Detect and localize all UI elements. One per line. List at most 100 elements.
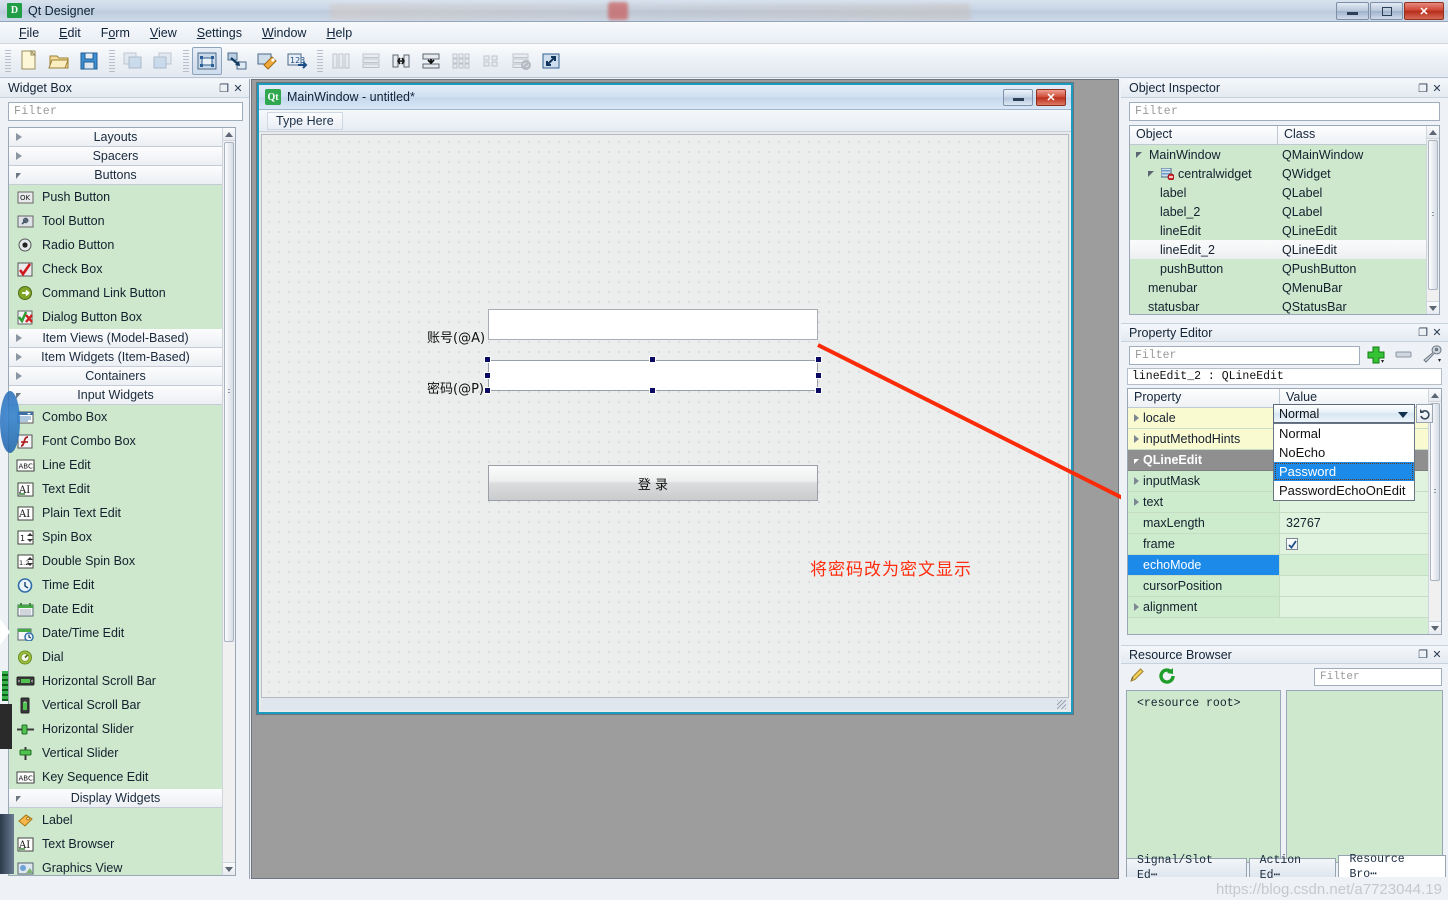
oi-scroll-down-icon[interactable] (1427, 301, 1439, 314)
chevron-right-icon[interactable] (1134, 435, 1139, 443)
property-row[interactable]: echoMode (1128, 555, 1441, 576)
maximize-restore-button[interactable] (1370, 2, 1403, 20)
echo-mode-revert-button[interactable] (1416, 404, 1433, 423)
object-inspector-float-icon[interactable]: ❐ (1416, 81, 1430, 95)
save-form-icon[interactable] (74, 47, 104, 75)
widget-category-buttons[interactable]: Buttons (9, 166, 222, 185)
widget-category-containers[interactable]: Containers (9, 367, 222, 386)
column-header-object[interactable]: Object (1130, 126, 1278, 144)
layout-form-icon[interactable] (476, 47, 506, 75)
scrollbar-thumb[interactable] (224, 142, 234, 642)
chevron-right-icon[interactable] (1134, 498, 1139, 506)
widget-item-font-combo-box[interactable]: Font Combo Box (9, 429, 222, 453)
widget-item-vertical-slider[interactable]: Vertical Slider (9, 741, 222, 765)
bottom-tab-0[interactable]: Signal/Slot Ed⋯ (1126, 854, 1247, 882)
close-button[interactable]: ✕ (1404, 2, 1444, 20)
widget-box-close-icon[interactable]: ✕ (231, 81, 245, 95)
property-editor-filter-input[interactable]: Filter (1129, 345, 1360, 365)
selection-handle-mr[interactable] (815, 372, 822, 379)
menu-item-view[interactable]: View (141, 24, 186, 42)
selection-handle-tr[interactable] (815, 356, 822, 363)
layout-horizontally-icon[interactable] (326, 47, 356, 75)
object-inspector-row[interactable]: lineEdit QLineEdit (1130, 221, 1439, 240)
form-login-button[interactable]: 登 录 (488, 465, 818, 501)
widget-item-combo-box[interactable]: Combo Box (9, 405, 222, 429)
toolbar-grip-3[interactable] (183, 49, 189, 72)
object-inspector-row[interactable]: pushButton QPushButton (1130, 259, 1439, 278)
echo-mode-combo[interactable]: Normal (1273, 404, 1415, 423)
widget-item-command-link-button[interactable]: Command Link Button (9, 281, 222, 305)
menu-item-file[interactable]: File (10, 24, 48, 42)
widget-category-spacers[interactable]: Spacers (9, 147, 222, 166)
widget-item-key-sequence-edit[interactable]: ABC| Key Sequence Edit (9, 765, 222, 789)
widget-item-line-edit[interactable]: ABC| Line Edit (9, 453, 222, 477)
bottom-tab-1[interactable]: Action Ed⋯ (1248, 854, 1337, 882)
break-layout-icon[interactable] (506, 47, 536, 75)
layout-splitter-vertical-icon[interactable] (416, 47, 446, 75)
property-editor-float-icon[interactable]: ❐ (1416, 326, 1430, 340)
menu-item-window[interactable]: Window (253, 24, 315, 42)
toolbar-grip[interactable] (5, 49, 11, 72)
chevron-down-icon[interactable] (1148, 169, 1157, 178)
widget-item-graphics-view[interactable]: Graphics View (9, 856, 222, 875)
selection-handle-ml[interactable] (484, 372, 491, 379)
widget-item-radio-button[interactable]: Radio Button (9, 233, 222, 257)
form-lineedit-account[interactable] (488, 309, 818, 340)
widget-item-date-time-edit[interactable]: Date/Time Edit (9, 621, 222, 645)
column-header-property[interactable]: Property (1128, 389, 1280, 407)
widget-item-horizontal-scroll-bar[interactable]: Horizontal Scroll Bar (9, 669, 222, 693)
object-inspector-row[interactable]: label_2 QLabel (1130, 202, 1439, 221)
widget-item-text-edit[interactable]: AI Text Edit (9, 477, 222, 501)
widget-item-push-button[interactable]: OK Push Button (9, 185, 222, 209)
widget-item-double-spin-box[interactable]: 1.2 Double Spin Box (9, 549, 222, 573)
echo-mode-option-passwordechoonedit[interactable]: PasswordEchoOnEdit (1274, 481, 1414, 500)
pe-scroll-up-icon[interactable] (1429, 389, 1441, 402)
menu-item-edit[interactable]: Edit (50, 24, 90, 42)
form-label-password[interactable]: 密码(@P) (427, 378, 484, 397)
pencil-icon[interactable] (1127, 667, 1147, 688)
widget-category-input-widgets[interactable]: Input Widgets (9, 386, 222, 405)
selection-handle-bc[interactable] (649, 387, 656, 394)
object-inspector-row[interactable]: label QLabel (1130, 183, 1439, 202)
object-inspector-row[interactable]: MainWindow QMainWindow (1130, 145, 1439, 164)
widget-category-item-views-model-based[interactable]: Item Views (Model-Based) (9, 329, 222, 348)
chevron-right-icon[interactable] (1134, 603, 1139, 611)
resource-browser-filter-input[interactable]: Filter (1314, 668, 1442, 686)
form-label-account[interactable]: 账号(@A) (427, 327, 485, 346)
column-header-class[interactable]: Class (1278, 126, 1321, 144)
pe-scroll-down-icon[interactable] (1429, 621, 1441, 634)
object-inspector-row[interactable]: statusbar QStatusBar (1130, 297, 1439, 314)
form-minimize-button[interactable] (1003, 88, 1033, 106)
menu-item-help[interactable]: Help (317, 24, 361, 42)
widget-item-label[interactable]: Label (9, 808, 222, 832)
widget-item-tool-button[interactable]: Tool Button (9, 209, 222, 233)
widget-item-dialog-button-box[interactable]: Dialog Button Box (9, 305, 222, 329)
object-inspector-tree[interactable]: Object Class MainWindow QMainWindow centra… (1129, 125, 1440, 315)
resource-files-pane[interactable] (1286, 690, 1443, 863)
object-inspector-scrollbar[interactable] (1426, 126, 1439, 314)
chevron-down-icon[interactable] (1136, 150, 1145, 159)
resource-browser-close-icon[interactable]: ✕ (1430, 648, 1444, 662)
redo-icon[interactable] (148, 47, 178, 75)
selection-handle-tl[interactable] (484, 356, 491, 363)
chevron-right-icon[interactable] (1134, 414, 1139, 422)
form-menu-type-here[interactable]: Type Here (267, 111, 343, 130)
resource-browser-float-icon[interactable]: ❐ (1416, 648, 1430, 662)
chevron-right-icon[interactable] (1134, 477, 1139, 485)
remove-property-icon[interactable] (1394, 345, 1414, 366)
menu-item-form[interactable]: Form (92, 24, 139, 42)
selection-handle-bl[interactable] (484, 387, 491, 394)
widget-box-filter-input[interactable]: Filter (8, 102, 243, 121)
property-checkbox[interactable] (1286, 538, 1298, 550)
menu-item-settings[interactable]: Settings (188, 24, 251, 42)
widget-item-date-edit[interactable]: Date Edit (9, 597, 222, 621)
selection-handle-br[interactable] (815, 387, 822, 394)
edit-widgets-icon[interactable] (192, 46, 222, 75)
echo-mode-option-password[interactable]: Password (1274, 462, 1414, 481)
echo-mode-dropdown-list[interactable]: Normal NoEcho Password PasswordEchoOnEdit (1273, 423, 1415, 501)
property-row[interactable]: cursorPosition (1128, 576, 1441, 597)
oi-scroll-up-icon[interactable] (1427, 126, 1439, 139)
property-row[interactable]: maxLength 32767 (1128, 513, 1441, 534)
widget-box-float-icon[interactable]: ❐ (217, 81, 231, 95)
widget-item-spin-box[interactable]: 1 Spin Box (9, 525, 222, 549)
